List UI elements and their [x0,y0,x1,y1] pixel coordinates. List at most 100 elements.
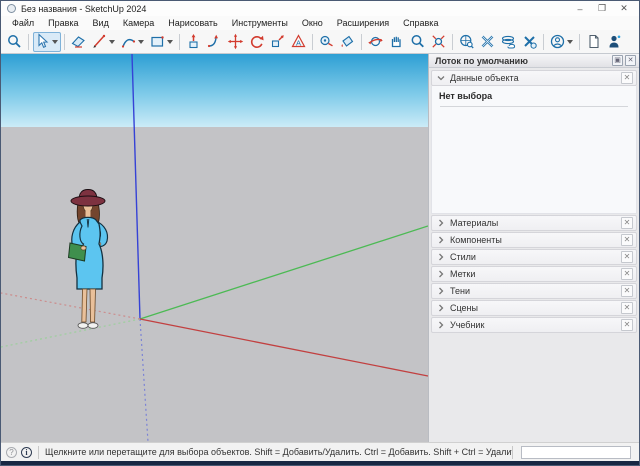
menu-расширения[interactable]: Расширения [330,16,396,30]
eraser-tool-button[interactable] [69,32,89,52]
tray-section-scenes[interactable]: Сцены✕ [431,300,637,316]
select-dropdown-icon[interactable] [52,40,58,44]
orbit-tool-button[interactable] [366,32,386,52]
window-title: Без названия - SketchUp 2024 [21,4,146,14]
chevron-down-icon [437,74,445,82]
toolbar-separator [361,34,362,50]
toolbar-separator [312,34,313,50]
zoom-extents-tool-button[interactable] [429,32,449,52]
tray-section-entity-info[interactable]: Данные объекта✕ [431,70,637,86]
3d-warehouse-tool-button[interactable] [457,32,477,52]
viewport-canvas [1,54,428,442]
menu-вид[interactable]: Вид [86,16,116,30]
search-tool-button[interactable] [5,32,25,52]
rectangle-icon [149,33,166,50]
add-location-tool-button[interactable] [499,32,519,52]
measurements-input[interactable] [521,446,631,459]
tray-section-label: Компоненты [450,235,502,245]
line-tool-button[interactable] [90,32,118,52]
chevron-right-icon [437,236,445,244]
line-dropdown-icon[interactable] [109,40,115,44]
rotate-tool-button[interactable] [247,32,267,52]
geolocation-help-icon[interactable]: ? [6,447,17,458]
tray-section-label: Метки [450,269,475,279]
section-close-icon[interactable]: ✕ [621,285,633,297]
follow-me-tool-button[interactable] [205,32,225,52]
menu-файл[interactable]: Файл [5,16,41,30]
move-icon [227,33,244,50]
menu-камера[interactable]: Камера [116,16,161,30]
follow-me-icon [206,33,223,50]
section-close-icon[interactable]: ✕ [621,268,633,280]
chevron-right-icon [437,287,445,295]
menu-правка[interactable]: Правка [41,16,85,30]
tray-section-label: Учебник [450,320,484,330]
tray-section-label: Тени [450,286,470,296]
tray-section-tags[interactable]: Метки ✕ [431,266,637,282]
tray-section-components[interactable]: Компоненты ✕ [431,232,637,248]
extension-manager-icon [521,33,538,50]
arc-tool-button[interactable] [119,32,147,52]
share-person-icon [606,33,623,50]
rectangle-dropdown-icon[interactable] [167,40,173,44]
toolbar-separator [28,34,29,50]
push-pull-icon [185,33,202,50]
menu-инструменты[interactable]: Инструменты [225,16,295,30]
pan-tool-button[interactable] [387,32,407,52]
status-separator [38,446,39,459]
scale-icon [269,33,286,50]
section-close-icon[interactable]: ✕ [621,302,633,314]
menu-нарисовать[interactable]: Нарисовать [161,16,224,30]
close-button[interactable]: ✕ [613,2,635,15]
new-file-tool-button[interactable] [584,32,604,52]
chevron-right-icon [437,321,445,329]
title-bar: Без названия - SketchUp 2024 – ❐ ✕ [1,1,639,16]
extension-warehouse-tool-button[interactable] [478,32,498,52]
section-close-icon[interactable]: ✕ [621,234,633,246]
tape-measure-tool-button[interactable] [317,32,337,52]
tray-section-instructor[interactable]: Учебник ✕ [431,317,637,333]
minimize-button[interactable]: – [569,2,591,15]
svg-text:A: A [296,39,301,48]
info-icon[interactable]: i [21,447,32,458]
scale-tool-button[interactable] [268,32,288,52]
account-icon [549,33,566,50]
select-tool-button[interactable] [33,32,61,52]
tray-close-icon[interactable]: ✕ [625,55,636,66]
account-tool-button[interactable] [548,32,576,52]
rectangle-tool-button[interactable] [148,32,176,52]
entity-info-panel: Нет выбора [431,86,637,214]
account-dropdown-icon[interactable] [567,40,573,44]
tray-section-styles[interactable]: Стили✕ [431,249,637,265]
arc-dropdown-icon[interactable] [138,40,144,44]
default-tray: Лоток по умолчанию ▣ ✕ Данные объекта✕Не… [428,54,639,442]
section-close-icon[interactable]: ✕ [621,251,633,263]
tray-pin-icon[interactable]: ▣ [612,55,623,66]
chevron-right-icon [437,253,445,261]
zoom-tool-button[interactable] [408,32,428,52]
extension-manager-tool-button[interactable] [520,32,540,52]
model-viewport[interactable] [1,54,428,442]
tape-measure-icon [318,33,335,50]
text-tool-tool-button[interactable]: A [289,32,309,52]
paint-bucket-tool-button[interactable] [338,32,358,52]
maximize-button[interactable]: ❐ [591,2,613,15]
search-icon [6,33,23,50]
pan-icon [388,33,405,50]
menu-справка[interactable]: Справка [396,16,445,30]
line-icon [91,33,108,50]
toolbar-separator [543,34,544,50]
text-tool-icon: A [290,33,307,50]
push-pull-tool-button[interactable] [184,32,204,52]
tray-section-shadows[interactable]: Тени ✕ [431,283,637,299]
share-person-tool-button[interactable] [605,32,625,52]
move-tool-button[interactable] [226,32,246,52]
tray-section-materials[interactable]: Материалы✕ [431,215,637,231]
section-close-icon[interactable]: ✕ [621,72,633,84]
chevron-right-icon [437,219,445,227]
menu-окно[interactable]: Окно [295,16,330,30]
section-close-icon[interactable]: ✕ [621,319,633,331]
tray-title: Лоток по умолчанию [435,56,528,66]
ground-plane [1,127,428,442]
section-close-icon[interactable]: ✕ [621,217,633,229]
